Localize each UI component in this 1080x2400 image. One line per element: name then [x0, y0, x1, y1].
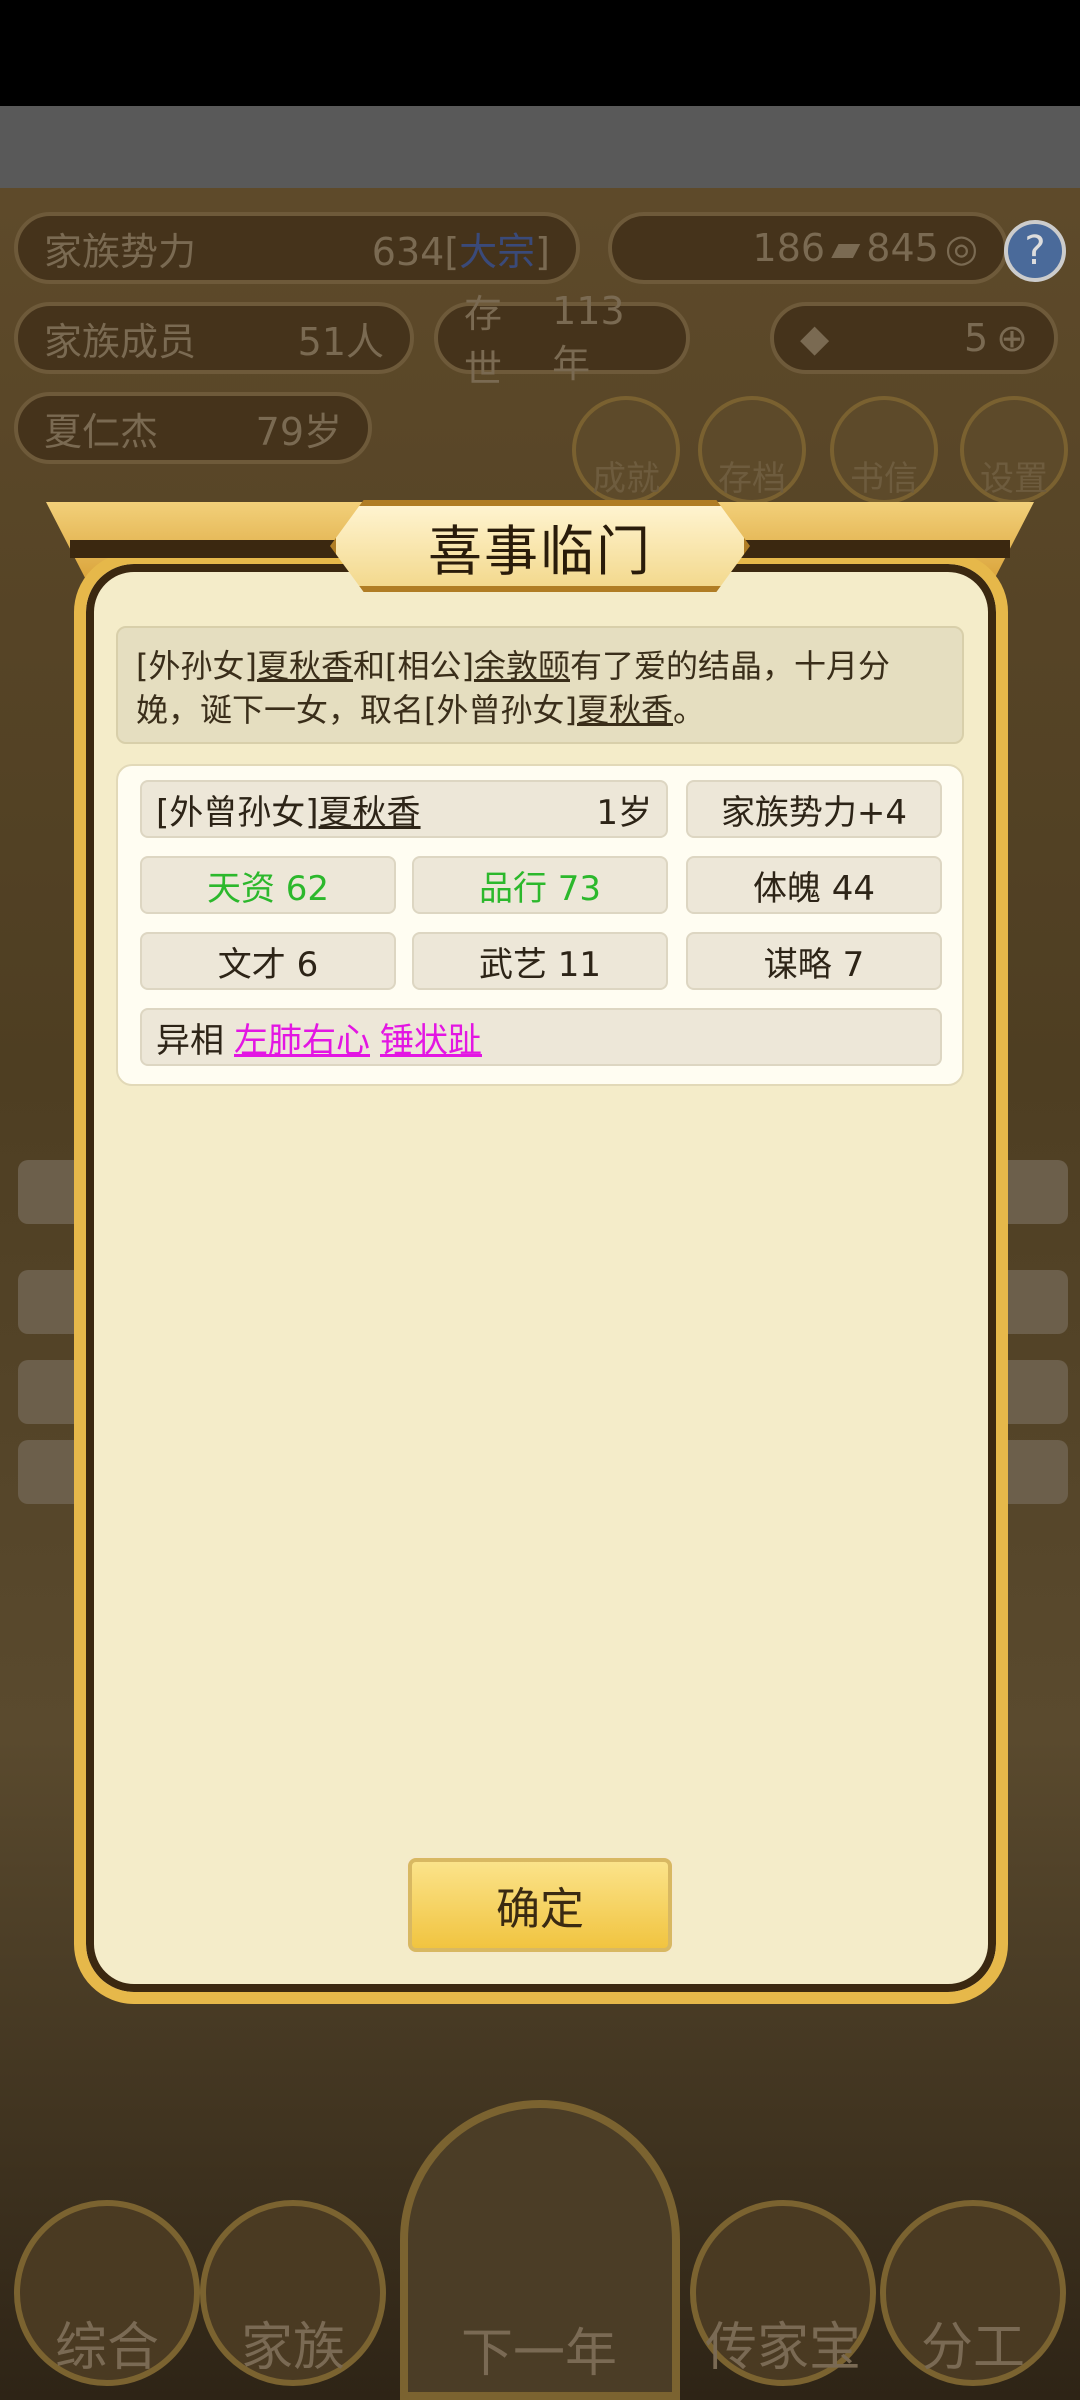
bottom-nav-heirloom[interactable]: 传家宝 — [690, 2200, 876, 2386]
traits-label: 异相 — [156, 1020, 224, 1061]
bottom-nav-general[interactable]: 综合 — [14, 2200, 200, 2386]
person-link[interactable]: 夏秋香 — [577, 691, 673, 729]
ticket-icon: ▰ — [831, 226, 861, 270]
bottom-nav-family[interactable]: 家族 — [200, 2200, 386, 2386]
child-info-card: [外曾孙女] 夏秋香 1岁 家族势力+4 天资 62 品行 73 体魄 44 文才… — [116, 764, 964, 1086]
trait-link[interactable]: 锤状趾 — [380, 1013, 482, 1062]
existence-value: 113年 — [552, 288, 625, 386]
existence-pill: 存世 113年 — [434, 289, 690, 391]
dialog-title-plate: 喜事临门 — [330, 500, 750, 592]
patriarch-age: 79岁 — [255, 409, 342, 454]
stat-strategy: 谋略 7 — [686, 932, 942, 990]
confirm-button[interactable]: 确定 — [408, 1858, 672, 1952]
gold-value: 5 — [963, 316, 989, 360]
help-icon[interactable]: ? — [1004, 220, 1066, 282]
letters-button[interactable]: 书信 — [830, 396, 938, 504]
status-bar — [0, 0, 1080, 106]
achievement-button[interactable]: 成就 — [572, 396, 680, 504]
family-power-label: 家族势力 — [44, 229, 197, 274]
members-value: 51人 — [297, 319, 384, 364]
stat-conduct: 品行 73 — [412, 856, 668, 914]
gold-ingot-icon: ◆ — [800, 316, 830, 360]
event-description: [外孙女]夏秋香和[相公]余敦颐有了爱的结晶，十月分娩，诞下一女，取名[外曾孙女… — [116, 626, 964, 744]
family-power-pill: 家族势力 634[大宗] — [14, 212, 580, 284]
child-relation: [外曾孙女] — [156, 792, 319, 833]
bottom-nav-next-year[interactable]: 下一年 — [446, 2200, 632, 2386]
bottom-nav-assign[interactable]: 分工 — [880, 2200, 1066, 2386]
child-name[interactable]: 夏秋香 — [319, 785, 421, 834]
person-link[interactable]: 夏秋香 — [257, 647, 353, 685]
patriarch-name: 夏仁杰 — [44, 409, 159, 454]
coin-amount: 845 — [866, 226, 939, 270]
patriarch-pill: 夏仁杰 79岁 — [14, 392, 372, 464]
dialog-title: 喜事临门 — [428, 519, 652, 583]
stat-talent: 天资 62 — [140, 856, 396, 914]
child-name-cell: [外曾孙女] 夏秋香 1岁 — [140, 780, 668, 838]
stat-literary: 文才 6 — [140, 932, 396, 990]
gold-pill: ◆ 5 ⊕ — [770, 302, 1058, 374]
members-label: 家族成员 — [44, 319, 197, 364]
currency-pill: 186 ▰ 845 ◎ — [608, 212, 1008, 284]
existence-label: 存世 — [464, 292, 503, 391]
traits-row: 异相 左肺右心 锤状趾 — [140, 1008, 942, 1066]
currency-amount: 186 — [752, 226, 826, 270]
family-power-bonus: 家族势力+4 — [686, 780, 942, 838]
settings-button[interactable]: 设置 — [960, 396, 1068, 504]
coin-icon: ◎ — [944, 226, 978, 270]
members-pill: 家族成员 51人 — [14, 302, 414, 374]
add-icon[interactable]: ⊕ — [996, 316, 1028, 360]
top-strip — [0, 106, 1080, 188]
stat-martial: 武艺 11 — [412, 932, 668, 990]
stat-physique: 体魄 44 — [686, 856, 942, 914]
child-age: 1岁 — [596, 792, 652, 833]
family-power-value: 634[大宗] — [371, 229, 550, 274]
save-button[interactable]: 存档 — [698, 396, 806, 504]
person-link[interactable]: 余敦颐 — [474, 647, 570, 685]
trait-link[interactable]: 左肺右心 — [234, 1013, 370, 1062]
